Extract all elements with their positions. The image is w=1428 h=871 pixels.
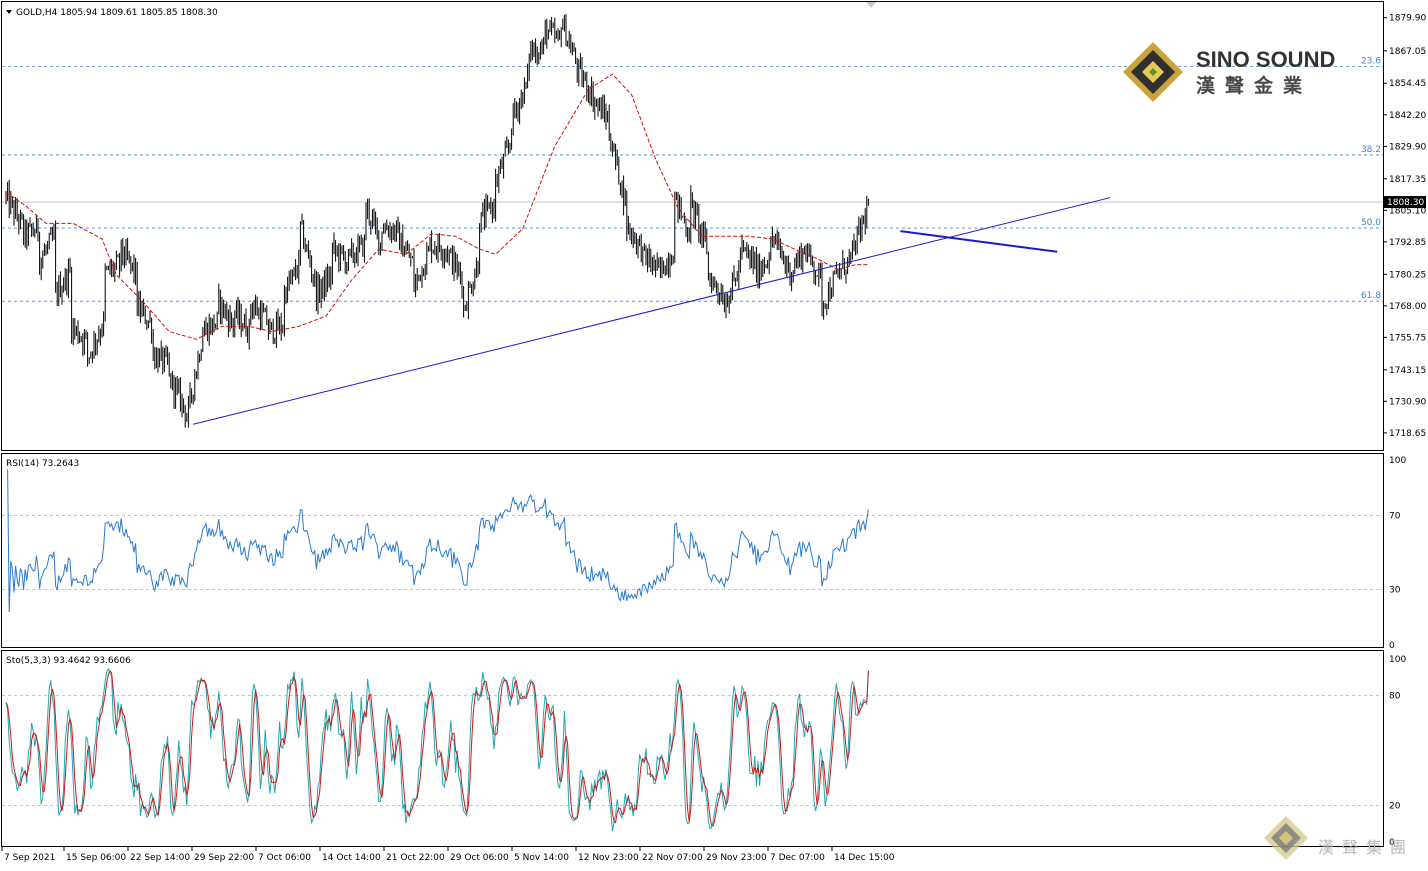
rsi-y-tick-label: 30	[1389, 586, 1401, 596]
fib-label-23-6: 23.6	[1361, 56, 1381, 66]
x-tick-label: 7 Dec 07:00	[770, 853, 825, 863]
sto-y-tick-label: 80	[1389, 692, 1401, 702]
x-tick-label: 29 Sep 22:00	[194, 853, 254, 863]
y-tick-label: 1842.20	[1389, 111, 1426, 121]
y-tick-label: 1780.25	[1389, 270, 1426, 280]
sto-y-tick-label: 20	[1389, 801, 1401, 811]
sto-signal-line	[5, 670, 869, 827]
stochastic-layer	[2, 667, 1383, 832]
rsi-line	[7, 469, 869, 613]
fib-label-61-8: 61.8	[1361, 291, 1381, 301]
rsi-layer	[2, 469, 1383, 613]
rsi-header: RSI(14) 73.2643	[6, 459, 79, 469]
footer-logo	[1264, 816, 1308, 860]
x-tick-label: 15 Sep 06:00	[66, 853, 126, 863]
x-tick-label: 21 Oct 22:00	[386, 853, 445, 863]
chart-shift-icon[interactable]	[866, 2, 876, 8]
y-tick-label: 1730.90	[1389, 397, 1426, 407]
y-tick-label: 1879.90	[1389, 14, 1426, 24]
y-tick-label: 1718.65	[1389, 429, 1426, 439]
moving-average-layer	[5, 73, 869, 340]
y-tick-label: 1768.00	[1389, 302, 1426, 312]
symbol-dropdown-icon[interactable]	[6, 10, 12, 14]
y-tick-label: 1755.75	[1389, 333, 1426, 343]
fib-label-50-0: 50.0	[1361, 218, 1381, 228]
trendline-layer[interactable]	[193, 197, 1111, 425]
brand-name-cn: 漢聲金業	[1196, 74, 1312, 97]
y-tick-label: 1829.90	[1389, 142, 1426, 152]
x-tick-label: 29 Oct 06:00	[450, 853, 509, 863]
sto-header: Sto(5,3,3) 93.4642 93.6606	[6, 656, 131, 666]
brand-name: SINO SOUND	[1196, 47, 1335, 72]
y-tick-label: 1817.35	[1389, 175, 1426, 185]
rsi-y-tick-label: 0	[1389, 641, 1395, 651]
rsi-y-tick-label: 70	[1389, 512, 1401, 522]
fib-label-38-2: 38.2	[1361, 145, 1381, 155]
symbol-header: GOLD,H4 1805.94 1809.61 1805.85 1808.30	[16, 8, 218, 18]
price-grid: 23.6 38.2 50.0 61.8	[2, 56, 1383, 302]
y-tick-label: 1867.05	[1389, 47, 1426, 57]
y-axis-labels: 1808.301879.901867.051854.451842.201829.…	[1383, 14, 1426, 848]
rsi-y-tick-label: 100	[1389, 456, 1406, 466]
y-tick-label: 1805.10	[1389, 206, 1426, 216]
x-tick-label: 29 Nov 23:00	[706, 853, 767, 863]
chart-svg[interactable]: 23.638.250.061.8 1808.301879.901867.0518…	[0, 0, 1428, 866]
y-tick-label: 1854.45	[1389, 79, 1426, 89]
resistance-trendline[interactable]	[900, 230, 1058, 253]
x-axis-labels: 7 Sep 2021 15 Sep 06:00 22 Sep 14:00 29 Sep…	[1, 847, 895, 863]
sto-y-tick-label: 100	[1389, 655, 1406, 665]
y-tick-label: 1743.15	[1389, 366, 1426, 376]
footer-brand-cn: 漢聲集團	[1318, 838, 1414, 857]
rsi-pane-frame	[1, 453, 1384, 648]
x-tick-label: 22 Nov 07:00	[642, 853, 703, 863]
price-candles	[5, 13, 869, 428]
x-tick-label: 7 Oct 06:00	[258, 853, 311, 863]
x-tick-label: 5 Nov 14:00	[514, 853, 569, 863]
support-trendline[interactable]	[193, 197, 1111, 425]
x-tick-label: 14 Dec 15:00	[834, 853, 895, 863]
trading-chart[interactable]: 23.6 38.2 50.0 61.8 1808.30 1879.90 1867.05 18…	[0, 0, 1428, 866]
x-tick-label: 7 Sep 2021	[4, 853, 55, 863]
x-tick-label: 12 Nov 23:00	[578, 853, 639, 863]
x-tick-label: 14 Oct 14:00	[322, 853, 381, 863]
x-tick-label: 22 Sep 14:00	[130, 853, 190, 863]
brand-logo	[1123, 42, 1183, 102]
moving-average-line	[5, 73, 869, 340]
y-tick-label: 1792.85	[1389, 238, 1426, 248]
